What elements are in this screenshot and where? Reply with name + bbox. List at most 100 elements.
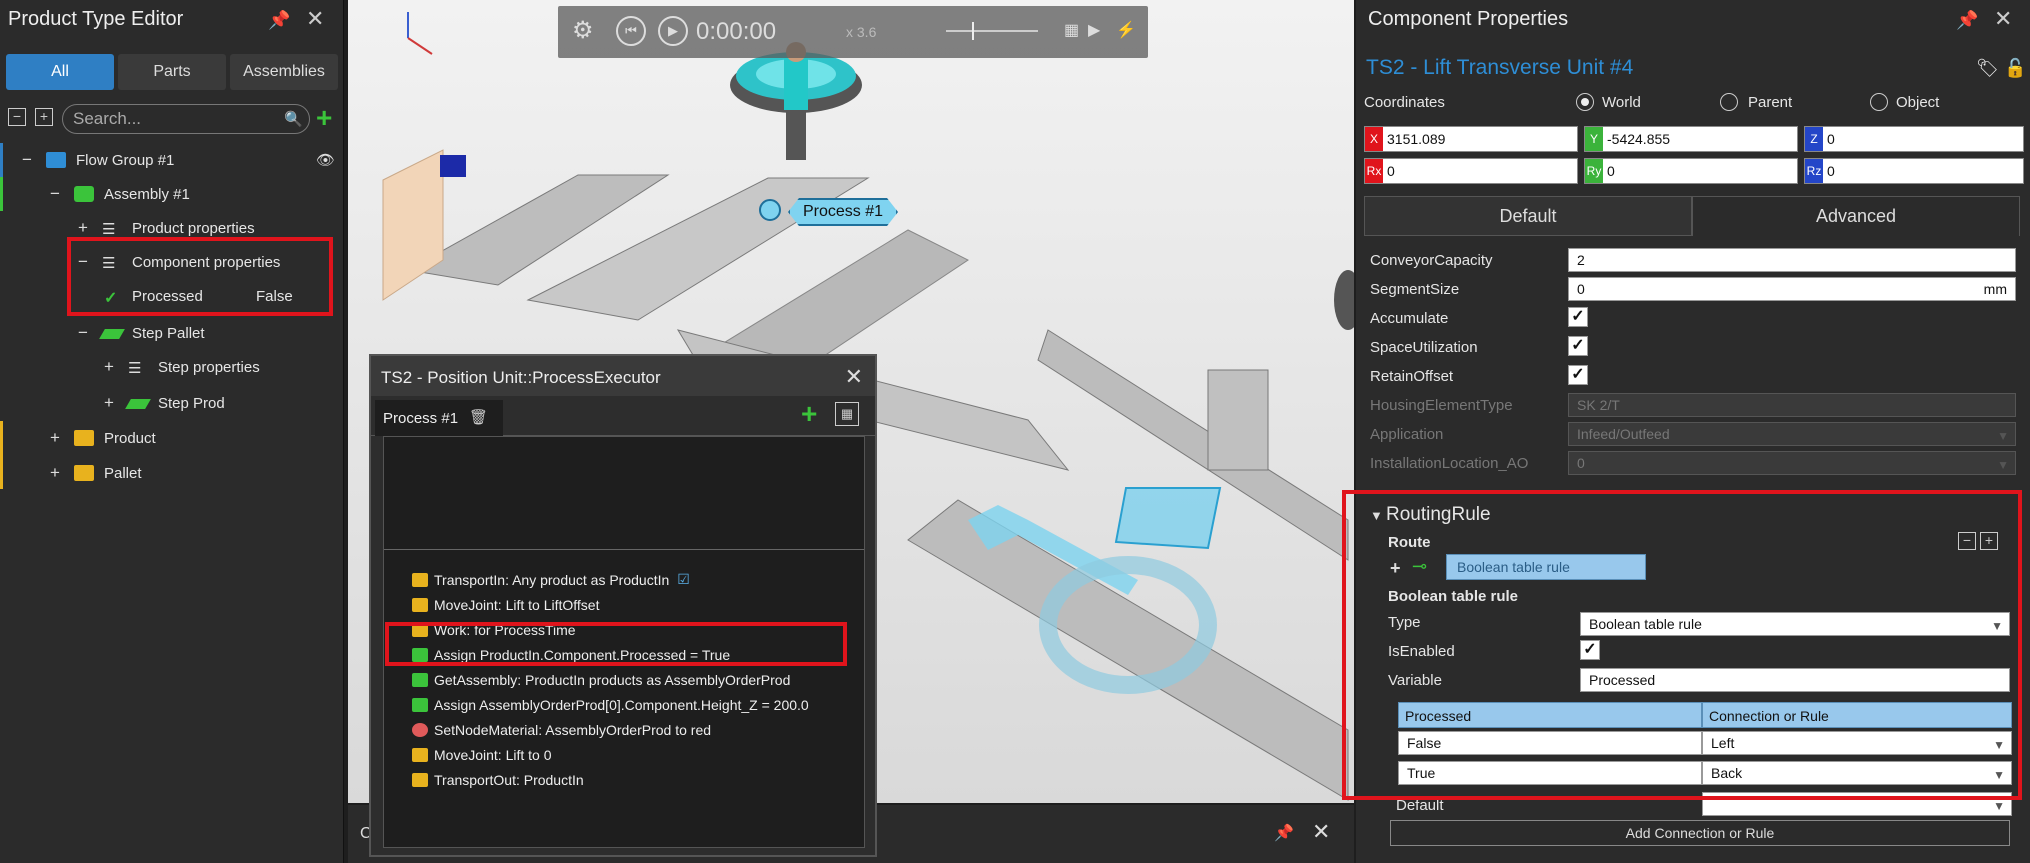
divider [384,549,864,550]
sliders-icon: ☰ [102,221,116,238]
assembly-icon [74,186,94,202]
coordinates-label: Coordinates [1364,94,1445,111]
step-icon [125,399,151,409]
close-icon[interactable]: ✕ [1312,819,1330,845]
close-icon[interactable]: ✕ [1994,6,2012,32]
tree-item-step-prod[interactable]: + Step Prod [0,386,343,420]
statement-item[interactable]: Assign AssemblyOrderProd[0].Component.He… [412,692,809,717]
tab-assemblies[interactable]: Assemblies [230,54,338,90]
folder-icon [46,152,66,168]
statement-item[interactable]: TransportIn: Any product as ProductIn ☑ [412,567,690,592]
radio-world[interactable] [1576,93,1594,111]
y-field[interactable]: Y -5424.855 [1584,126,1798,152]
add-icon[interactable]: + [316,104,332,132]
statement-item[interactable]: SetNodeMaterial: AssemblyOrderProd to re… [412,717,711,742]
expand-all-icon[interactable]: + [35,108,53,126]
step-icon [99,329,125,339]
filter-tabs: All Parts Assemblies [6,54,338,90]
radio-parent[interactable] [1720,93,1738,111]
space-utilization-checkbox[interactable]: ✓ [1568,336,1588,356]
radio-object[interactable] [1870,93,1888,111]
close-icon[interactable]: ✕ [845,364,863,390]
close-icon[interactable]: ✕ [306,6,324,32]
tree-item-assembly[interactable]: − Assembly #1 [0,177,343,211]
statement-item[interactable]: MoveJoint: Lift to 0 [412,742,552,767]
tree-item-step-pallet[interactable]: − Step Pallet [0,316,343,350]
grid-icon[interactable]: ▦ [835,402,859,426]
prop-label: RetainOffset [1370,368,1454,385]
pin-icon[interactable]: 📌 [268,10,290,31]
prop-label: HousingElementType [1370,397,1513,414]
unlock-icon[interactable]: 🔓 [2004,58,2026,79]
tab-advanced[interactable]: Advanced [1692,196,2020,236]
tab-process[interactable]: Process #1 🗑 [375,400,503,436]
tab-default[interactable]: Default [1364,196,1692,236]
pdf-icon[interactable]: ▦ [1064,20,1079,40]
search-input[interactable]: Search... [62,104,310,134]
pin-icon[interactable]: 📌 [1274,823,1294,843]
tree-item-flow-group[interactable]: − Flow Group #1 👁 [0,143,343,177]
transport-in-icon [412,572,428,587]
housing-element-field: SK 2/T [1568,393,2016,417]
sim-time: 0:00:00 [696,18,777,45]
move-joint-icon [412,597,428,612]
delete-icon[interactable]: 🗑 [469,408,488,426]
tab-parts[interactable]: Parts [118,54,226,90]
tree-item-step-properties[interactable]: + ☰ Step properties [0,350,343,384]
tree-item-pallet[interactable]: + Pallet [0,456,343,490]
video-icon[interactable]: ▶ [1088,20,1100,40]
panel-title: Product Type Editor [8,8,184,30]
x-field[interactable]: X 3151.089 [1364,126,1578,152]
add-connection-button[interactable]: Add Connection or Rule [1390,820,2010,846]
speed-slider[interactable] [946,30,1038,32]
installation-location-select: 0 ▼ [1568,451,2016,475]
prop-label: ConveyorCapacity [1370,252,1493,269]
sliders-icon: ☰ [128,360,142,377]
prop-label: InstallationLocation_AO [1370,455,1529,472]
highlight-box [67,237,333,316]
conveyor-capacity-field[interactable]: 2 [1568,248,2016,272]
tab-all[interactable]: All [6,54,114,90]
statement-item[interactable]: MoveJoint: Lift to LiftOffset [412,592,599,617]
retain-offset-checkbox[interactable]: ✓ [1568,365,1588,385]
highlight-box [385,622,847,666]
executor-tabs: Process #1 🗑 + ▦ [371,396,875,436]
accumulate-checkbox[interactable]: ✓ [1568,307,1588,327]
simulation-toolbar: ⚙ ⏮ ▶ 0:00:00 x 3.6 ▦ ▶ ⚡ [558,6,1148,58]
component-properties-panel: Component Properties 📌 ✕ TS2 - Lift Tran… [1342,0,2030,863]
application-select: Infeed/Outfeed ▼ [1568,422,2016,446]
get-assembly-icon [412,672,428,687]
prop-label: SegmentSize [1370,281,1460,298]
sim-speed: x 3.6 [846,24,877,40]
process-tag[interactable]: Process #1 [788,198,898,226]
executor-title: TS2 - Position Unit::ProcessExecutor [371,356,875,396]
statement-item[interactable]: TransportOut: ProductIn [412,767,584,792]
tag-icon[interactable]: 🏷 [1976,58,1999,79]
signal-icon[interactable]: ⚡ [1116,20,1136,40]
search-icon[interactable]: 🔍 [284,110,303,128]
rx-field[interactable]: Rx 0 [1364,158,1578,184]
collapse-all-icon[interactable]: − [8,108,26,126]
box-icon [74,430,94,446]
visibility-icon[interactable]: 👁 [316,151,335,169]
rewind-icon[interactable]: ⏮ [616,16,646,46]
object-name: TS2 - Lift Transverse Unit #4 [1366,56,1634,79]
statement-item[interactable]: GetAssembly: ProductIn products as Assem… [412,667,790,692]
product-type-editor-panel: Product Type Editor 📌 ✕ All Parts Assemb… [0,0,344,863]
transport-out-icon [412,772,428,787]
panel-title: Component Properties [1368,8,1569,30]
speed-slider-handle[interactable] [972,22,974,40]
segment-size-field[interactable]: 0 mm [1568,277,2016,301]
box-icon [74,465,94,481]
property-tabs: Default Advanced [1364,196,2020,236]
ry-field[interactable]: Ry 0 [1584,158,1798,184]
settings-icon[interactable]: ⚙ [572,16,594,45]
prop-label: Accumulate [1370,310,1449,327]
material-icon [412,722,428,737]
play-icon[interactable]: ▶ [658,16,688,46]
tree-item-product[interactable]: + Product [0,421,343,455]
z-field[interactable]: Z0 [1804,126,2024,152]
add-process-icon[interactable]: + [801,400,817,428]
pin-icon[interactable]: 📌 [1956,10,1978,31]
rz-field[interactable]: Rz 0 [1804,158,2024,184]
